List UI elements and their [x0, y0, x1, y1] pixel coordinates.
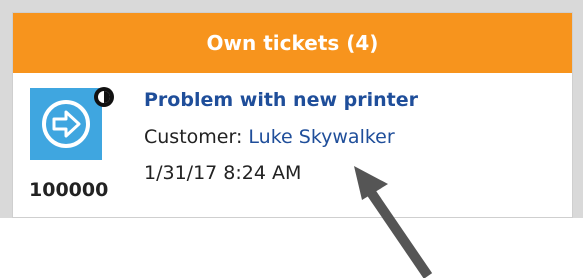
- own-tickets-panel: Own tickets (4) 100000 Problem with new …: [12, 12, 573, 218]
- screenshot-canvas: Own tickets (4) 100000 Problem with new …: [0, 0, 583, 278]
- customer-label: Customer:: [144, 126, 243, 148]
- arrow-right-circle-icon: [30, 88, 102, 160]
- ticket-id: 100000: [29, 179, 109, 201]
- background-right: [573, 0, 583, 218]
- ticket-customer: Customer: Luke Skywalker: [144, 126, 395, 148]
- panel-header: Own tickets (4): [13, 13, 572, 73]
- background-top: [0, 0, 583, 12]
- ticket-title-link[interactable]: Problem with new printer: [144, 89, 418, 111]
- ticket-date: 1/31/17 8:24 AM: [144, 162, 302, 184]
- panel-title: Own tickets (4): [206, 31, 379, 55]
- customer-name-link[interactable]: Luke Skywalker: [248, 126, 394, 148]
- arrow-pointer-icon: [340, 158, 440, 278]
- clock-half-icon: [93, 86, 115, 108]
- ticket-item[interactable]: 100000 Problem with new printer Customer…: [13, 73, 572, 218]
- background-left: [0, 0, 12, 218]
